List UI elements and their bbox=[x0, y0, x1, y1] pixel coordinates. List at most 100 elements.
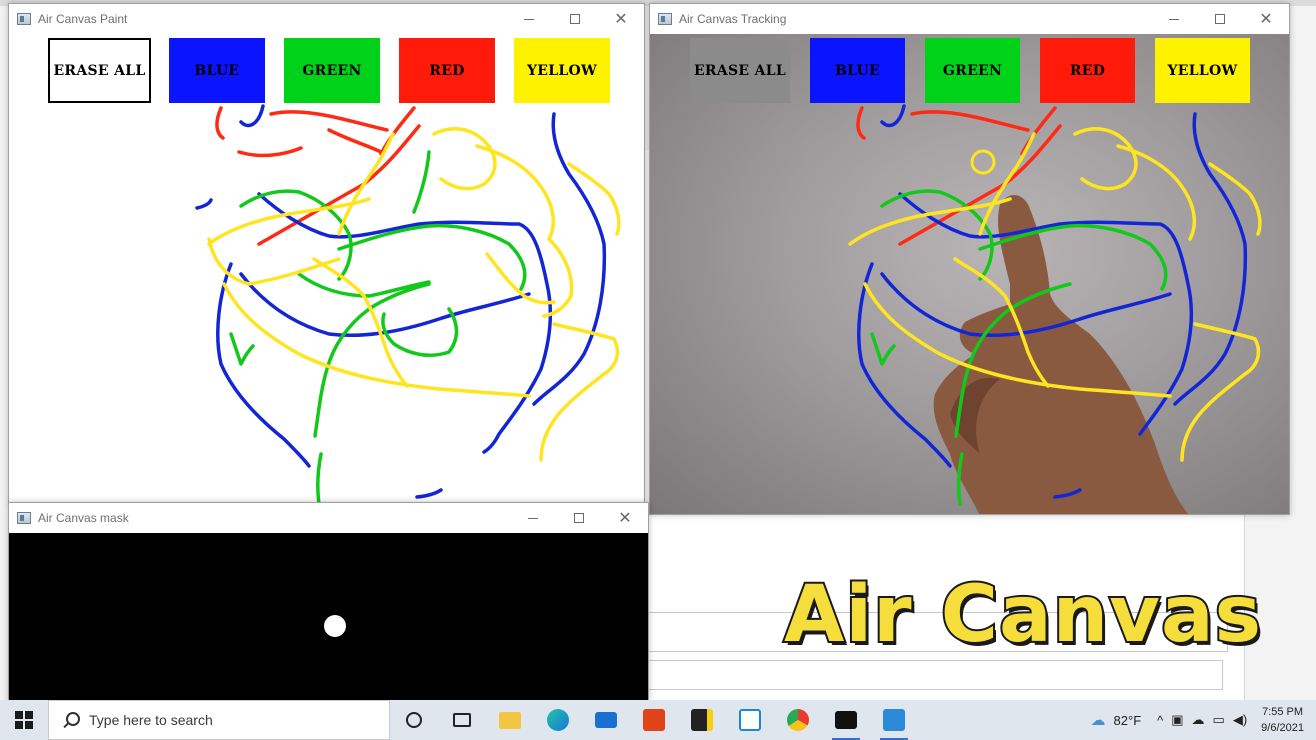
green-stroke bbox=[412, 150, 431, 214]
minimize-button[interactable] bbox=[1151, 4, 1197, 34]
yellow-stroke bbox=[567, 162, 621, 236]
chrome-icon[interactable] bbox=[774, 700, 822, 740]
sticky-notes-glyph-icon bbox=[691, 709, 713, 731]
weather-temp[interactable]: 82°F bbox=[1114, 713, 1142, 728]
red-stroke bbox=[898, 124, 1062, 246]
paint-canvas[interactable]: ERASE ALL BLUE GREEN RED YELLOW bbox=[9, 34, 644, 502]
red-stroke bbox=[856, 106, 866, 140]
yellow-stroke bbox=[978, 132, 1036, 236]
blue-stroke bbox=[415, 488, 443, 499]
mask-titlebar[interactable]: Air Canvas mask ✕ bbox=[9, 503, 648, 533]
green-stroke bbox=[870, 332, 896, 366]
maximize-button[interactable] bbox=[556, 503, 602, 533]
tracking-window-title: Air Canvas Tracking bbox=[679, 12, 787, 26]
yellow-stroke bbox=[222, 282, 531, 398]
maximize-button[interactable] bbox=[1197, 4, 1243, 34]
windows-logo-icon bbox=[15, 711, 33, 729]
background-input-2[interactable] bbox=[648, 660, 1223, 690]
maximize-button[interactable] bbox=[552, 4, 598, 34]
window-app-icon bbox=[658, 13, 672, 25]
system-tray: ☁ 82°F ^ ▣ ☁ ▭ ◀) 7:55 PM 9/6/2021 bbox=[1083, 700, 1316, 740]
blue-stroke bbox=[1053, 488, 1082, 499]
green-stroke bbox=[954, 282, 1072, 438]
media-player-icon[interactable] bbox=[870, 700, 918, 740]
blue-stroke bbox=[880, 272, 1172, 338]
search-icon bbox=[63, 712, 80, 728]
network-icon[interactable]: ▣ bbox=[1171, 712, 1183, 728]
cortana-icon[interactable] bbox=[390, 700, 438, 740]
task-view-glyph-icon bbox=[453, 713, 471, 727]
yellow-stroke bbox=[539, 322, 620, 462]
blue-stroke bbox=[195, 198, 213, 210]
yellow-stroke bbox=[432, 127, 497, 191]
volume-icon[interactable]: ◀) bbox=[1233, 712, 1247, 728]
yellow-stroke bbox=[863, 282, 1172, 398]
chrome-glyph-icon bbox=[787, 709, 809, 731]
terminal-icon[interactable] bbox=[822, 700, 870, 740]
blue-stroke bbox=[239, 104, 265, 128]
sticky-notes-icon[interactable] bbox=[678, 700, 726, 740]
green-stroke bbox=[315, 452, 323, 502]
snip-glyph-icon bbox=[739, 709, 761, 731]
paint-window-title: Air Canvas Paint bbox=[38, 12, 128, 26]
paint-strokes bbox=[195, 104, 621, 502]
red-stroke bbox=[269, 110, 389, 132]
red-stroke bbox=[910, 110, 1030, 132]
green-stroke bbox=[956, 452, 964, 506]
tracking-window[interactable]: Air Canvas Tracking ✕ ERASE ALL BLUE GRE… bbox=[649, 3, 1290, 515]
close-button[interactable]: ✕ bbox=[1243, 4, 1289, 34]
minimize-button[interactable] bbox=[506, 4, 552, 34]
window-app-icon bbox=[17, 13, 31, 25]
paint-window[interactable]: Air Canvas Paint ✕ ERASE ALL BLUE GREEN … bbox=[8, 3, 645, 503]
minimize-button[interactable] bbox=[510, 503, 556, 533]
mask-window[interactable]: Air Canvas mask ✕ bbox=[8, 502, 649, 702]
clock[interactable]: 7:55 PM 9/6/2021 bbox=[1261, 704, 1304, 736]
taskbar: Type here to search ☁ 82°F ^ ▣ ☁ ▭ ◀) 7:… bbox=[0, 700, 1316, 740]
green-stroke bbox=[313, 282, 431, 438]
mask-window-title: Air Canvas mask bbox=[38, 511, 129, 525]
paint-titlebar[interactable]: Air Canvas Paint ✕ bbox=[9, 4, 644, 34]
cloud-icon[interactable]: ☁ bbox=[1192, 712, 1205, 728]
blue-stroke bbox=[880, 104, 906, 128]
mail-glyph-icon bbox=[595, 712, 617, 728]
tracking-titlebar[interactable]: Air Canvas Tracking ✕ bbox=[650, 4, 1289, 34]
clock-time: 7:55 PM bbox=[1262, 706, 1304, 718]
yellow-stroke bbox=[1208, 162, 1262, 236]
start-button[interactable] bbox=[0, 700, 48, 740]
camera-feed[interactable]: ERASE ALL BLUE GREEN RED YELLOW bbox=[650, 34, 1289, 514]
air-canvas-overlay-title: Air Canvas bbox=[782, 568, 1263, 662]
red-stroke bbox=[327, 128, 383, 154]
mask-view bbox=[9, 533, 648, 701]
file-explorer-icon[interactable] bbox=[486, 700, 534, 740]
snip-sketch-icon[interactable] bbox=[726, 700, 774, 740]
clock-date: 9/6/2021 bbox=[1261, 722, 1304, 734]
red-stroke bbox=[237, 146, 303, 158]
close-button[interactable]: ✕ bbox=[598, 4, 644, 34]
green-stroke bbox=[297, 272, 431, 298]
task-view-icon[interactable] bbox=[438, 700, 486, 740]
green-stroke bbox=[229, 332, 255, 366]
office-icon[interactable] bbox=[630, 700, 678, 740]
media-player-glyph-icon bbox=[883, 709, 905, 731]
tracking-strokes bbox=[848, 104, 1262, 506]
yellow-stroke bbox=[1073, 127, 1138, 191]
mail-icon[interactable] bbox=[582, 700, 630, 740]
mask-blob bbox=[324, 615, 346, 637]
chevron-up-icon[interactable]: ^ bbox=[1157, 713, 1163, 728]
close-button[interactable]: ✕ bbox=[602, 503, 648, 533]
red-stroke bbox=[215, 106, 225, 140]
yellow-stroke bbox=[1180, 322, 1261, 462]
folder-icon bbox=[499, 711, 521, 729]
yellow-stroke bbox=[337, 132, 395, 236]
window-app-icon bbox=[17, 512, 31, 524]
cortana-circle-icon bbox=[406, 712, 422, 728]
weather-icon[interactable]: ☁ bbox=[1091, 711, 1106, 729]
battery-icon[interactable]: ▭ bbox=[1213, 712, 1225, 728]
edge-icon[interactable] bbox=[534, 700, 582, 740]
red-stroke bbox=[257, 124, 421, 246]
terminal-glyph-icon bbox=[835, 711, 857, 729]
search-placeholder: Type here to search bbox=[89, 712, 213, 728]
office-glyph-icon bbox=[643, 709, 665, 731]
edge-glyph-icon bbox=[547, 709, 569, 731]
taskbar-search-box[interactable]: Type here to search bbox=[48, 700, 390, 740]
